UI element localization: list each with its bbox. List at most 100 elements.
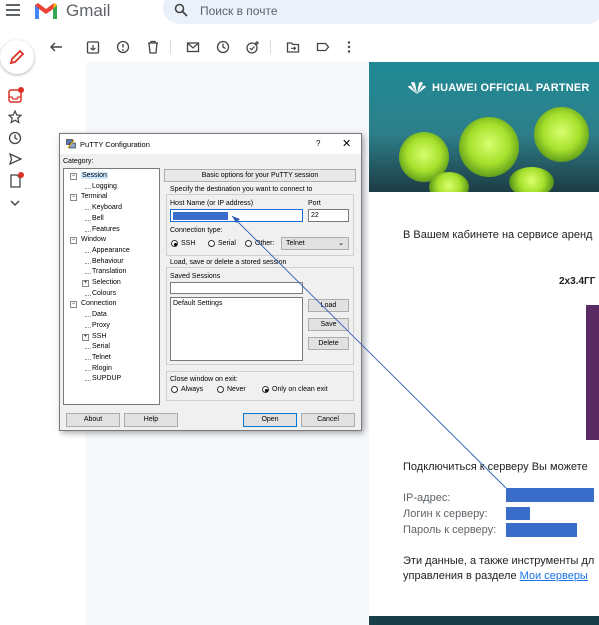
inbox-unread-dot [18,87,24,93]
other-protocol-value: Telnet [286,240,305,247]
star-icon[interactable] [8,110,22,124]
gmail-logo-icon[interactable] [34,2,58,20]
close-icon[interactable]: ✕ [342,137,351,150]
tree-item-proxy[interactable]: Proxy [92,322,110,329]
port-value: 22 [311,212,319,219]
tree-connector [85,294,91,296]
open-button[interactable]: Open [243,413,297,427]
chevron-down-icon: ⌄ [338,240,344,247]
putty-title-bar[interactable]: PuTTY Configuration ? ✕ [60,134,361,154]
tree-item-bell[interactable]: Bell [92,215,104,222]
saved-session-name-input[interactable] [170,282,303,294]
session-default-settings[interactable]: Default Settings [173,300,222,307]
tree-item-translation[interactable]: Translation [92,268,126,275]
only-clean-exit-radio[interactable] [262,386,269,393]
tree-item-appearance[interactable]: Appearance [92,247,130,254]
tree-item-keyboard[interactable]: Keyboard [92,204,122,211]
collapse-icon[interactable]: − [70,173,77,180]
close-on-exit-label: Close window on exit: [170,376,238,383]
putty-config-window: PuTTY Configuration ? ✕ Category: Sessio… [59,133,362,431]
destination-label: Specify the destination you want to conn… [170,186,313,193]
collapse-icon[interactable]: − [70,237,77,245]
serial-radio-label: Serial [218,240,236,247]
putty-app-icon [66,139,76,149]
tree-item-connection[interactable]: Connection [81,300,116,307]
compose-button[interactable] [0,40,34,74]
clock-icon[interactable] [8,131,22,145]
tree-connector [85,230,91,232]
main-menu-icon[interactable] [6,4,20,16]
report-spam-icon[interactable] [116,40,130,54]
tree-item-session[interactable]: Session [81,172,108,179]
expand-icon[interactable]: + [82,333,89,341]
tree-item-colours[interactable]: Colours [92,290,116,297]
tree-item-features[interactable]: Features [92,226,120,233]
archive-icon[interactable] [86,40,100,54]
save-button[interactable]: Save [308,318,349,331]
tree-item-supdup[interactable]: SUPDUP [92,375,121,382]
label-icon[interactable] [316,40,330,54]
sessions-list[interactable]: Default Settings [170,297,303,361]
send-icon[interactable] [8,152,22,166]
expand-icon[interactable]: + [82,280,89,287]
stored-session-label: Load, save or delete a stored session [170,259,287,266]
host-name-label: Host Name (or IP address) [170,200,254,207]
search-icon[interactable] [174,3,188,17]
serial-radio[interactable] [208,240,215,247]
ssh-radio[interactable] [171,240,178,247]
server-config-title: 2x3.4ГГ [559,276,596,287]
load-button[interactable]: Load [308,299,349,312]
trash-icon[interactable] [146,40,160,54]
tree-item-ssh[interactable]: SSH [92,333,106,340]
banner-partner-text: HUAWEI OFFICIAL PARTNER [432,82,590,94]
gmail-wordmark: Gmail [66,1,111,20]
tree-connector [85,209,91,211]
more-options-icon[interactable] [342,40,356,54]
move-to-icon[interactable] [286,40,300,54]
tree-item-logging[interactable]: Logging [92,183,117,190]
port-label: Port [308,200,321,207]
tree-item-selection[interactable]: Selection [92,279,121,286]
cancel-button[interactable]: Cancel [301,413,355,427]
server-login-label: Логин к серверу: [403,508,488,520]
tree-connector [85,358,91,360]
tree-item-telnet[interactable]: Telnet [92,354,111,361]
always-radio[interactable] [171,386,178,393]
draft-unread-dot [18,172,24,178]
port-input[interactable]: 22 [308,209,349,222]
help-button[interactable]: Help [124,413,178,427]
tree-connector [85,262,91,264]
tree-item-serial[interactable]: Serial [92,343,110,350]
chevron-down-icon[interactable] [8,196,22,210]
never-radio[interactable] [217,386,224,393]
back-arrow-icon[interactable] [49,40,63,54]
panel-header: Basic options for your PuTTY session [164,169,356,182]
tree-item-window[interactable]: Window [81,236,106,243]
tree-connector [85,273,91,275]
ip-address-redacted [506,488,594,502]
footer-line2-prefix: управления в разделе [403,570,520,582]
tree-item-terminal[interactable]: Terminal [81,193,107,200]
my-servers-link[interactable]: Мои серверы [520,570,588,582]
host-name-input[interactable] [170,209,303,222]
tree-connector [85,187,91,189]
host-name-redacted [173,212,228,220]
help-icon[interactable]: ? [316,139,320,148]
about-button[interactable]: About [66,413,120,427]
snooze-icon[interactable] [216,40,230,54]
add-task-icon[interactable] [246,40,260,54]
category-tree[interactable]: Session − Logging Terminal − Keyboard Bell Feat… [63,168,160,405]
tree-connector [85,219,91,221]
collapse-icon[interactable]: − [70,194,77,202]
tree-connector [85,369,91,371]
tree-connector [85,316,91,318]
tree-item-rlogin[interactable]: Rlogin [92,365,112,372]
collapse-icon[interactable]: − [70,301,77,309]
never-radio-label: Never [227,386,246,393]
tree-item-data[interactable]: Data [92,311,107,318]
mark-unread-icon[interactable] [186,40,200,54]
other-protocol-select[interactable]: Telnet ⌄ [281,237,349,250]
delete-button[interactable]: Delete [308,337,349,350]
tree-item-behaviour[interactable]: Behaviour [92,258,124,265]
other-radio[interactable] [245,240,252,247]
